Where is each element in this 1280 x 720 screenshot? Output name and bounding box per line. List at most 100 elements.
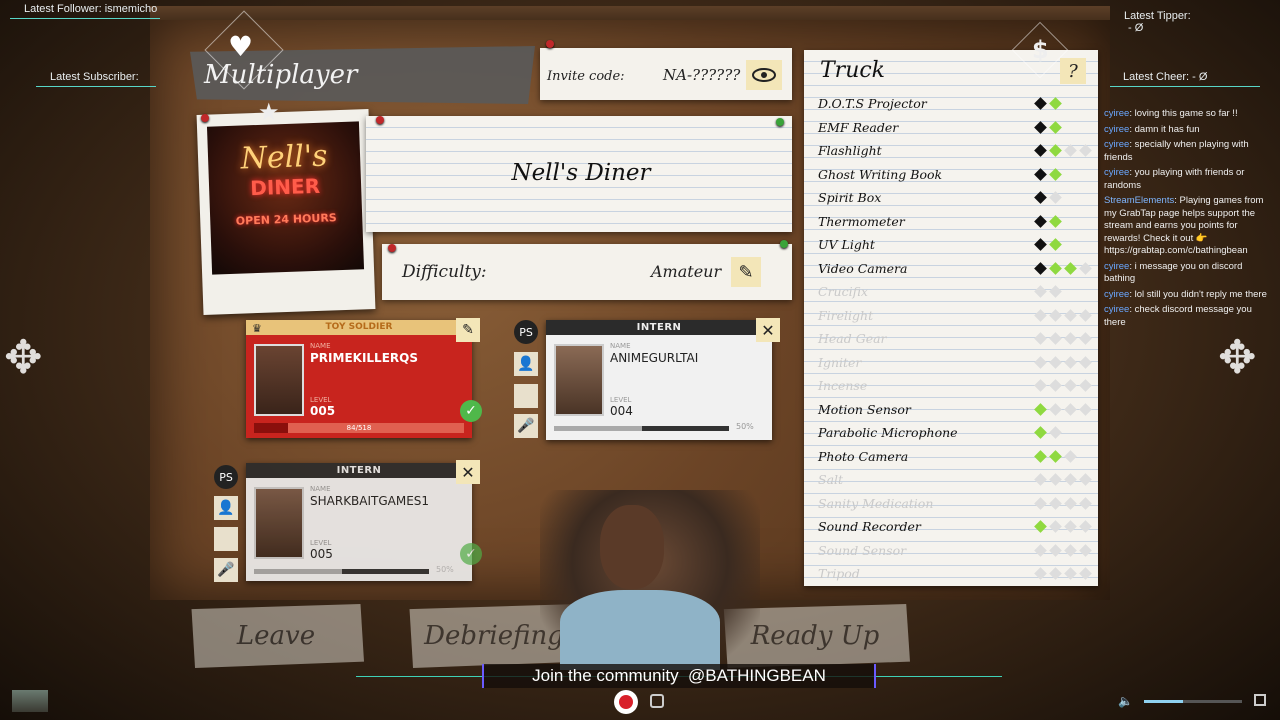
truck-item[interactable]: UV Light <box>818 233 1093 257</box>
streamer-shirt <box>560 590 720 670</box>
chat-username[interactable]: cyiree <box>1104 124 1129 135</box>
chat-username[interactable]: cyiree <box>1104 304 1129 315</box>
leave-button[interactable]: Leave <box>191 604 364 668</box>
chat-username[interactable]: cyiree <box>1104 289 1129 300</box>
tier-marker <box>1049 543 1062 557</box>
truck-item-label: Tripod <box>818 566 860 582</box>
item-tier-markers <box>1034 214 1092 228</box>
map-photo[interactable]: Nell's DINER OPEN 24 HOURS <box>196 109 376 315</box>
latest-cheer: Latest Cheer: - Ø <box>1123 71 1208 83</box>
latest-tipper: Latest Tipper: <box>1124 10 1191 22</box>
kick-player-icon[interactable]: ✕ <box>756 318 780 342</box>
volume-value: 50% <box>436 565 454 574</box>
tier-marker <box>1079 355 1092 369</box>
tier-marker <box>1079 261 1092 275</box>
player-card-2[interactable]: INTERN NAME ANIMEGURLTAI LEVEL 004 50% <box>546 320 772 440</box>
tier-marker <box>1064 308 1077 322</box>
player-name: SHARKBAITGAMES1 <box>310 494 430 508</box>
truck-item[interactable]: D.O.T.S Projector <box>818 92 1093 116</box>
kick-player-icon[interactable]: ✕ <box>456 460 480 484</box>
volume-slider[interactable] <box>554 426 729 431</box>
truck-item-label: EMF Reader <box>818 119 899 135</box>
truck-item[interactable]: Firelight <box>818 304 1093 328</box>
record-button[interactable] <box>614 690 638 714</box>
truck-item[interactable]: Spirit Box <box>818 186 1093 210</box>
truck-item[interactable]: Ghost Writing Book <box>818 163 1093 187</box>
record-icon <box>619 695 633 709</box>
truck-item[interactable]: Sound Recorder <box>818 515 1093 539</box>
name-label: NAME <box>310 485 331 493</box>
tier-marker <box>1034 520 1047 533</box>
truck-item[interactable]: EMF Reader <box>818 116 1093 140</box>
truck-item[interactable]: Sound Sensor <box>818 539 1093 563</box>
truck-item[interactable]: Thermometer <box>818 210 1093 234</box>
tier-marker <box>1034 567 1047 580</box>
edit-player-icon[interactable]: ✎ <box>456 318 480 342</box>
tier-marker <box>1034 167 1047 181</box>
edit-difficulty-icon[interactable]: ✎ <box>731 257 761 287</box>
diner-sign-image: Nell's DINER OPEN 24 HOURS <box>206 121 365 275</box>
player-card-1[interactable]: TOY SOLDIER ♛ NAME PRIMEKILLERQS LEVEL 0… <box>246 320 482 438</box>
volume-icon[interactable]: 🔈 <box>1118 694 1133 708</box>
truck-item[interactable]: Igniter <box>818 351 1093 375</box>
tier-marker <box>1064 426 1077 439</box>
tier-marker <box>1079 215 1092 228</box>
chat-username[interactable]: cyiree <box>1104 139 1129 150</box>
screenshot-icon[interactable] <box>650 694 664 708</box>
microphone-icon[interactable]: 🎤 <box>514 414 538 438</box>
tier-marker <box>1079 168 1092 181</box>
truck-item[interactable]: Parabolic Microphone <box>818 421 1093 445</box>
truck-items: D.O.T.S Projector EMF Reader Flashlight Gho… <box>818 92 1093 586</box>
truck-item[interactable]: Video Camera <box>818 257 1093 281</box>
diner-sign-text-3: OPEN 24 HOURS <box>235 211 337 228</box>
chat-username[interactable]: StreamElements <box>1104 195 1174 206</box>
player-card-3[interactable]: INTERN NAME SHARKBAITGAMES1 LEVEL 005 50… <box>246 463 482 581</box>
chat-username[interactable]: cyiree <box>1104 108 1129 119</box>
tier-marker <box>1034 332 1047 345</box>
truck-item[interactable]: Incense <box>818 374 1093 398</box>
chat-message: cyiree: i message you on discord bathing <box>1104 261 1276 286</box>
streamer-head <box>600 505 664 589</box>
truck-item[interactable]: Photo Camera <box>818 445 1093 469</box>
truck-item[interactable]: Sanity Medication <box>818 492 1093 516</box>
truck-item-label: Sanity Medication <box>818 495 934 511</box>
item-tier-markers <box>1034 496 1092 510</box>
tier-marker <box>1049 379 1062 392</box>
truck-item-label: Firelight <box>818 307 874 323</box>
chat-username[interactable]: cyiree <box>1104 167 1129 178</box>
map-name: Nell's Diner <box>511 160 651 186</box>
truck-item[interactable]: Crucifix <box>818 280 1093 304</box>
player-name: PRIMEKILLERQS <box>310 351 418 365</box>
tier-marker <box>1034 355 1047 369</box>
player-volume-slider[interactable] <box>1144 700 1242 703</box>
fullscreen-icon[interactable] <box>1254 694 1266 706</box>
tier-marker <box>1064 543 1077 557</box>
tier-marker <box>1064 402 1077 416</box>
profile-icon[interactable]: 👤 <box>214 496 238 520</box>
truck-item[interactable]: Flashlight <box>818 139 1093 163</box>
item-tier-markers <box>1034 449 1090 463</box>
tier-marker <box>1079 543 1092 557</box>
tier-marker <box>1034 214 1047 228</box>
chat-username[interactable]: cyiree <box>1104 261 1129 272</box>
tier-marker <box>1049 120 1062 134</box>
profile-icon[interactable]: 👤 <box>514 352 538 376</box>
item-tier-markers <box>1034 120 1090 134</box>
tier-marker <box>1049 167 1062 181</box>
truck-item[interactable]: Motion Sensor <box>818 398 1093 422</box>
truck-item[interactable]: Head Gear <box>818 327 1093 351</box>
truck-item[interactable]: Salt <box>818 468 1093 492</box>
item-tier-markers <box>1034 402 1092 416</box>
tier-marker <box>1049 520 1062 533</box>
volume-slider-fill <box>554 426 642 431</box>
pin <box>776 118 784 126</box>
tier-marker <box>1064 449 1077 463</box>
tier-marker <box>1034 543 1047 557</box>
truck-item[interactable]: Tripod <box>818 562 1093 586</box>
show-code-eye-icon[interactable] <box>746 60 782 90</box>
stream-thumbnail[interactable] <box>12 690 48 712</box>
tier-marker <box>1064 168 1077 181</box>
volume-slider[interactable] <box>254 569 429 574</box>
help-icon[interactable]: ? <box>1060 58 1086 84</box>
microphone-icon[interactable]: 🎤 <box>214 558 238 582</box>
